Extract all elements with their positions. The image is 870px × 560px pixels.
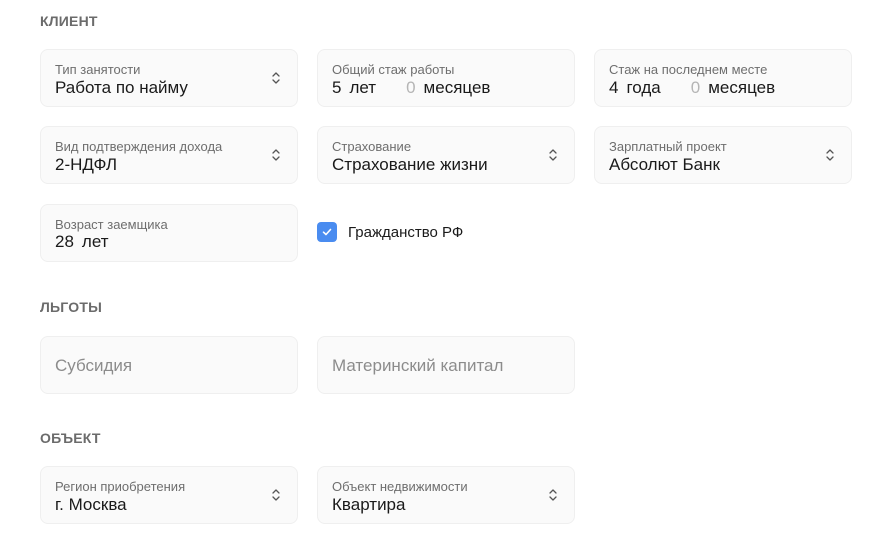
last-job-experience-years-unit: года	[626, 78, 661, 97]
total-experience-months-input[interactable]: 0	[406, 78, 415, 98]
select-arrows-icon	[826, 149, 834, 161]
employment-type-select[interactable]: Тип занятости Работа по найму	[40, 49, 298, 107]
total-experience-label: Общий стаж работы	[332, 62, 455, 77]
subsidy-input[interactable]: Субсидия	[40, 336, 298, 394]
property-value: Квартира	[332, 495, 406, 514]
borrower-age-label: Возраст заемщика	[55, 217, 168, 232]
income-confirmation-value: 2-НДФЛ	[55, 155, 118, 174]
salary-project-select[interactable]: Зарплатный проект Абсолют Банк	[594, 126, 852, 184]
borrower-age-value: 28 лет	[55, 232, 109, 252]
subsidy-placeholder: Субсидия	[55, 356, 133, 375]
select-arrows-icon	[272, 489, 280, 501]
property-label: Объект недвижимости	[332, 479, 468, 494]
last-job-experience-months-unit: месяцев	[708, 78, 776, 97]
last-job-experience-label: Стаж на последнем месте	[609, 62, 768, 77]
maternity-capital-placeholder: Материнский капитал	[332, 356, 504, 375]
last-job-experience-months-input[interactable]: 0	[691, 78, 700, 98]
salary-project-value: Абсолют Банк	[609, 155, 720, 174]
last-job-experience-value: 4 года 0 месяцев	[609, 78, 775, 98]
last-job-experience-field[interactable]: Стаж на последнем месте 4 года 0 месяцев	[594, 49, 852, 107]
insurance-label: Страхование	[332, 139, 412, 154]
total-experience-years-input[interactable]: 5	[332, 78, 341, 98]
insurance-value: Страхование жизни	[332, 155, 488, 174]
section-title-client: КЛИЕНТ	[40, 13, 98, 29]
section-title-object: ОБЪЕКТ	[40, 430, 101, 446]
citizenship-label: Гражданство РФ	[348, 223, 464, 241]
total-experience-field[interactable]: Общий стаж работы 5 лет 0 месяцев	[317, 49, 575, 107]
region-label: Регион приобретения	[55, 479, 186, 494]
select-arrows-icon	[272, 149, 280, 161]
select-arrows-icon	[549, 489, 557, 501]
property-select[interactable]: Объект недвижимости Квартира	[317, 466, 575, 524]
maternity-capital-input[interactable]: Материнский капитал	[317, 336, 575, 394]
citizenship-checkbox-row[interactable]: Гражданство РФ	[317, 221, 463, 243]
select-arrows-icon	[272, 72, 280, 84]
select-arrows-icon	[549, 149, 557, 161]
income-confirmation-label: Вид подтверждения дохода	[55, 139, 223, 154]
citizenship-checkbox[interactable]	[317, 222, 337, 242]
insurance-select[interactable]: Страхование Страхование жизни	[317, 126, 575, 184]
total-experience-years-unit: лет	[349, 78, 377, 97]
region-select[interactable]: Регион приобретения г. Москва	[40, 466, 298, 524]
last-job-experience-years-input[interactable]: 4	[609, 78, 618, 98]
borrower-age-input[interactable]: 28	[55, 232, 74, 252]
borrower-age-unit: лет	[81, 232, 109, 251]
total-experience-value: 5 лет 0 месяцев	[332, 78, 490, 98]
region-value: г. Москва	[55, 495, 127, 514]
salary-project-label: Зарплатный проект	[609, 139, 727, 154]
employment-type-label: Тип занятости	[55, 62, 141, 77]
section-title-benefits: ЛЬГОТЫ	[40, 299, 102, 315]
income-confirmation-select[interactable]: Вид подтверждения дохода 2-НДФЛ	[40, 126, 298, 184]
total-experience-months-unit: месяцев	[423, 78, 491, 97]
borrower-age-field[interactable]: Возраст заемщика 28 лет	[40, 204, 298, 262]
checkmark-icon	[322, 228, 332, 236]
employment-type-value: Работа по найму	[55, 78, 188, 97]
